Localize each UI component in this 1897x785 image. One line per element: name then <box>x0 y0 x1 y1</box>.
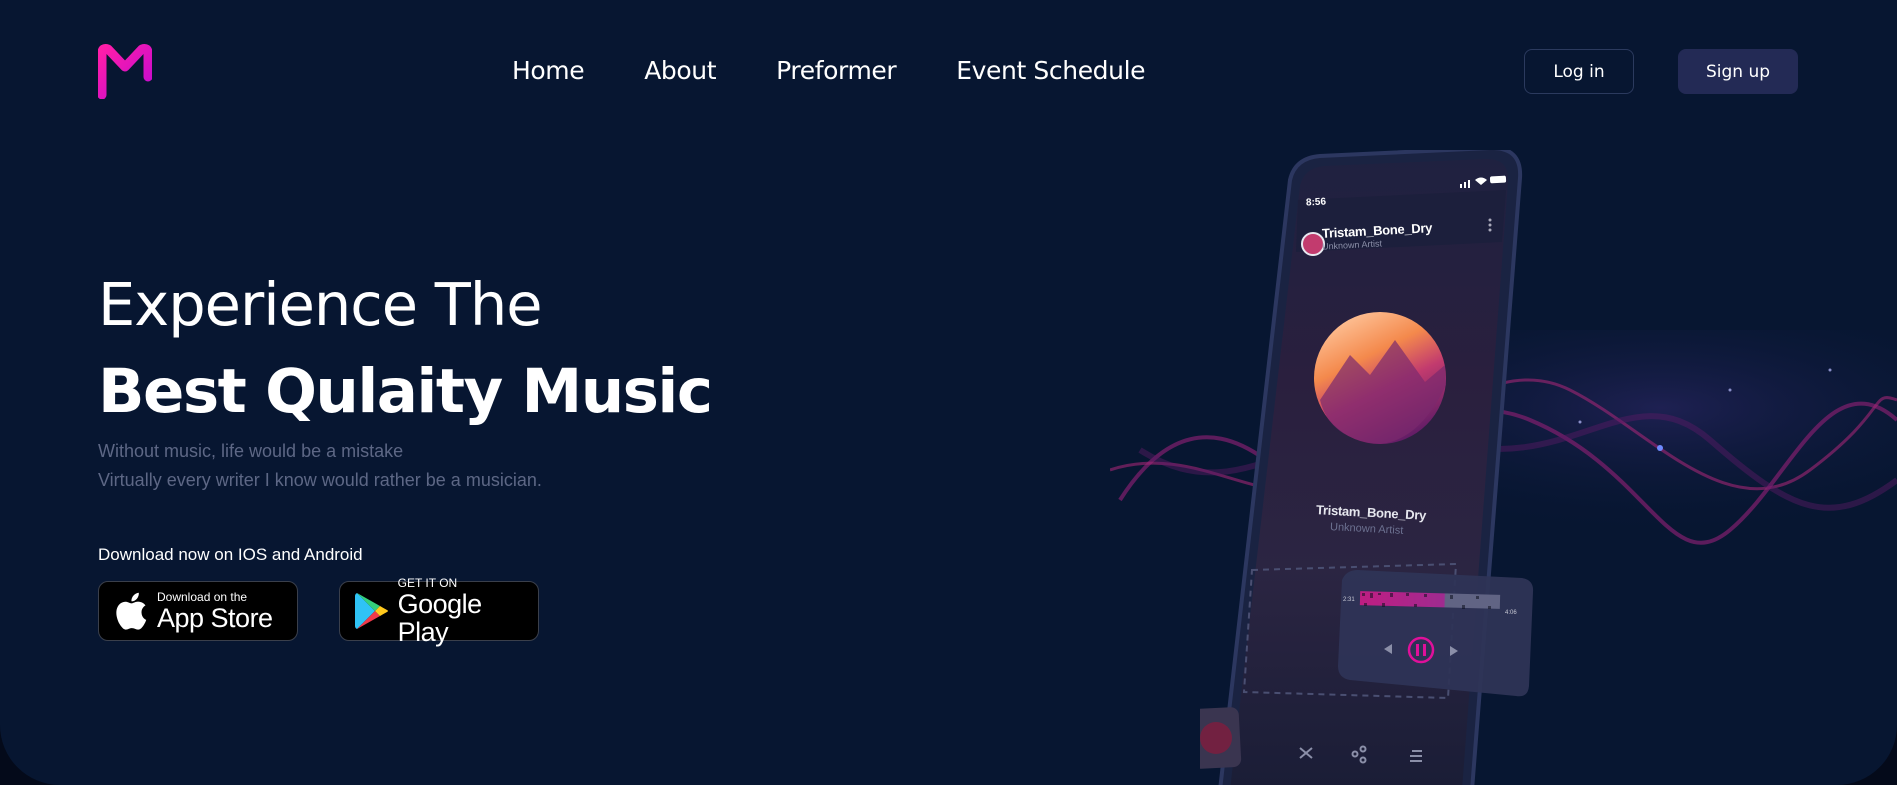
avatar <box>1301 232 1325 256</box>
time-total: 4:06 <box>1505 610 1517 616</box>
hero-section: Home About Preformer Event Schedule Log … <box>0 0 1897 785</box>
nav-preformer[interactable]: Preformer <box>776 56 897 85</box>
status-time: 8:56 <box>1305 196 1327 209</box>
logo-m-icon[interactable] <box>98 43 152 99</box>
headline-bold: Best Qulaity Music <box>98 356 713 427</box>
login-button[interactable]: Log in <box>1524 49 1634 94</box>
nav-about[interactable]: About <box>644 56 716 85</box>
nav-home[interactable]: Home <box>512 56 585 85</box>
google-small-text: GET IT ON <box>397 576 458 590</box>
appstore-big-text: App Store <box>157 603 273 633</box>
battery-icon <box>1489 175 1507 184</box>
apple-icon <box>109 589 153 633</box>
google-play-badge[interactable]: GET IT ON Google Play <box>339 576 539 646</box>
subtext-line-2: Virtually every writer I know would rath… <box>98 470 542 490</box>
hero-subtext: Without music, life would be a mistake V… <box>98 437 542 495</box>
download-label: Download now on IOS and Android <box>98 545 363 564</box>
google-big-text: Google Play <box>397 589 483 647</box>
appstore-small-text: Download on the <box>157 590 248 604</box>
phone-mockup <box>1200 150 1534 785</box>
headline-light: Experience The <box>98 270 543 339</box>
app-store-badge[interactable]: Download on the App Store <box>98 581 298 641</box>
subtext-line-1: Without music, life would be a mistake <box>98 441 404 461</box>
main-nav: Home About Preformer Event Schedule <box>512 56 1146 85</box>
signup-button[interactable]: Sign up <box>1678 49 1798 94</box>
time-elapsed: 2:31 <box>1343 597 1355 603</box>
google-play-icon <box>350 589 394 633</box>
more-icon <box>1488 218 1492 232</box>
nav-event-schedule[interactable]: Event Schedule <box>956 56 1145 85</box>
